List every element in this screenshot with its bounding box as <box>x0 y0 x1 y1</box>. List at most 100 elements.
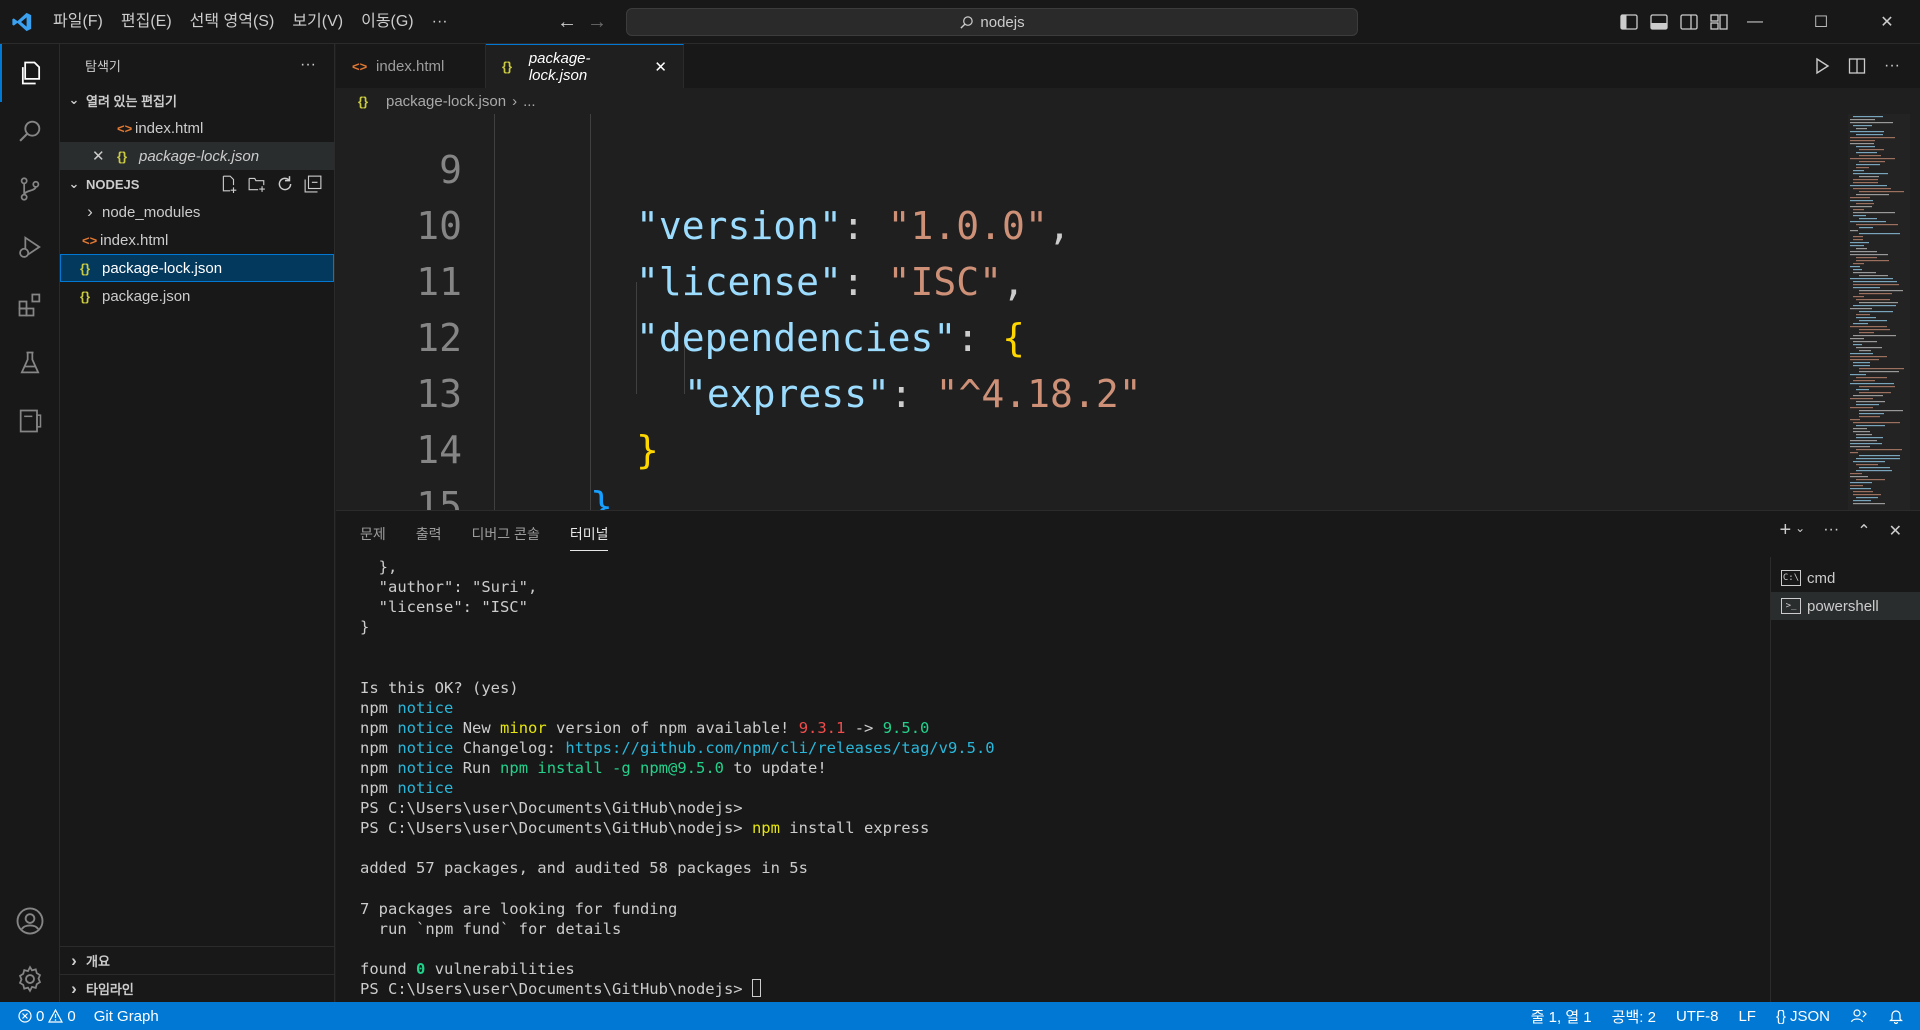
minimap-line <box>1853 362 1870 364</box>
minimap-line <box>1853 296 1864 298</box>
menu-file[interactable]: 파일(F) <box>44 0 112 44</box>
new-file-icon[interactable] <box>220 175 238 193</box>
file-tree-label: package.json <box>102 287 191 305</box>
terminal-line: }, <box>360 558 398 576</box>
changelog-link[interactable]: https://github.com/npm/cli/releases/tag/… <box>565 739 994 757</box>
tab-terminal[interactable]: 터미널 <box>569 524 609 551</box>
settings-gear-icon[interactable] <box>0 950 60 1008</box>
run-play-icon[interactable] <box>1814 57 1830 75</box>
maximize-button[interactable]: ☐ <box>1788 0 1854 44</box>
terminal-dropdown-chevron-icon[interactable]: ⌄ <box>1795 521 1805 541</box>
command-center-search[interactable]: nodejs <box>626 8 1358 36</box>
source-control-icon[interactable] <box>0 160 60 218</box>
minimize-button[interactable]: — <box>1722 0 1788 44</box>
minimap-line <box>1850 359 1879 361</box>
tab-debug-console[interactable]: 디버그 콘솔 <box>472 524 540 544</box>
tab-index-html[interactable]: <> index.html <box>336 44 486 88</box>
folder-section-nodejs[interactable]: ⌄ NODEJS <box>60 170 334 198</box>
encoding-status[interactable]: UTF-8 <box>1666 1008 1729 1025</box>
terminal-item-powershell[interactable]: >_ powershell <box>1771 592 1920 620</box>
code-line: 11 "dependencies": { <box>336 198 1836 360</box>
split-editor-icon[interactable] <box>1848 57 1866 75</box>
menu-selection[interactable]: 선택 영역(S) <box>181 0 284 44</box>
menu-go[interactable]: 이동(G) <box>352 0 423 44</box>
editor-more-actions[interactable]: ··· <box>1884 57 1900 75</box>
minimap-line <box>1859 176 1879 178</box>
file-tree-item-package-lock-json[interactable]: {} package-lock.json <box>60 254 334 282</box>
menu-more[interactable]: ··· <box>423 0 457 44</box>
tab-package-lock-json[interactable]: {} package-lock.json ✕ <box>486 44 684 88</box>
close-tab-icon[interactable]: ✕ <box>654 58 667 76</box>
minimap-line <box>1850 131 1884 133</box>
title-bar: 파일(F) 편집(E) 선택 영역(S) 보기(V) 이동(G) ··· ← →… <box>0 0 1920 44</box>
toggle-panel-icon[interactable] <box>1650 14 1668 30</box>
explorer-more-actions[interactable]: ··· <box>300 56 316 74</box>
minimap-line <box>1859 191 1904 193</box>
minimap-line <box>1853 125 1872 127</box>
indentation-status[interactable]: 공백: 2 <box>1602 1006 1666 1027</box>
close-panel-icon[interactable]: ✕ <box>1889 521 1902 541</box>
minimap-line <box>1859 320 1887 322</box>
editor-tabs: <> index.html {} package-lock.json ✕ ··· <box>336 44 1920 88</box>
outline-section[interactable]: › 개요 <box>60 946 335 974</box>
close-window-button[interactable]: ✕ <box>1854 0 1920 44</box>
live-share-person-icon[interactable] <box>1840 1008 1878 1024</box>
terminal-item-cmd[interactable]: C:\ cmd <box>1771 564 1920 592</box>
code-editor[interactable]: 9 "version": "1.0.0", 10 "license": "ISC… <box>336 114 1920 510</box>
maximize-panel-chevron-up-icon[interactable]: ⌃ <box>1857 521 1870 541</box>
minimap-line <box>1850 197 1870 199</box>
run-debug-icon[interactable] <box>0 218 60 276</box>
tab-output[interactable]: 출력 <box>416 524 442 544</box>
minimap-line <box>1850 278 1893 280</box>
file-tree-item-package-json[interactable]: {} package.json <box>60 282 334 310</box>
menu-edit[interactable]: 편집(E) <box>112 0 181 44</box>
open-editors-title: 열려 있는 편집기 <box>86 93 177 109</box>
toggle-primary-sidebar-icon[interactable] <box>1620 14 1638 30</box>
language-mode[interactable]: {} JSON <box>1766 1008 1840 1025</box>
open-editor-item[interactable]: <> index.html <box>60 114 334 142</box>
new-folder-icon[interactable] <box>248 175 266 193</box>
breadcrumb-file[interactable]: package-lock.json <box>386 93 506 110</box>
open-editor-item[interactable]: ✕ {} package-lock.json <box>60 142 334 170</box>
minimap[interactable] <box>1846 114 1920 510</box>
git-graph-button[interactable]: Git Graph <box>86 1008 169 1025</box>
open-editors-section[interactable]: ⌄ 열려 있는 편집기 <box>60 86 334 114</box>
collapse-all-icon[interactable] <box>304 175 322 193</box>
back-arrow-icon[interactable]: ← <box>552 11 582 34</box>
menu-view[interactable]: 보기(V) <box>283 0 352 44</box>
chevron-right-icon: › <box>87 202 93 221</box>
minimap-line <box>1856 203 1874 205</box>
tab-label: package-lock.json <box>528 49 591 84</box>
eol-status[interactable]: LF <box>1728 1008 1766 1025</box>
tab-problems[interactable]: 문제 <box>360 524 386 544</box>
error-icon <box>18 1009 32 1023</box>
notebook-icon[interactable] <box>0 392 60 450</box>
explorer-icon[interactable] <box>0 44 60 102</box>
file-tree-folder-node-modules[interactable]: › node_modules <box>60 198 334 226</box>
minimap-line <box>1850 254 1888 256</box>
problems-status[interactable]: 0 0 <box>0 1008 86 1025</box>
search-icon[interactable] <box>0 102 60 160</box>
refresh-icon[interactable] <box>276 175 294 193</box>
cursor-position[interactable]: 줄 1, 열 1 <box>1521 1006 1602 1027</box>
json-file-icon: {} <box>80 260 91 276</box>
accounts-icon[interactable] <box>0 892 60 950</box>
notifications-bell-icon[interactable] <box>1878 1008 1920 1024</box>
forward-arrow-icon[interactable]: → <box>582 11 612 34</box>
testing-flask-icon[interactable] <box>0 334 60 392</box>
minimap-line <box>1853 209 1864 211</box>
terminal-output[interactable]: }, "author": "Suri", "license": "ISC"} I… <box>360 557 1760 1003</box>
panel-more-actions[interactable]: ··· <box>1823 521 1839 541</box>
extensions-icon[interactable] <box>0 276 60 334</box>
breadcrumb-more[interactable]: ... <box>523 93 536 110</box>
timeline-section[interactable]: › 타임라인 <box>60 974 335 1002</box>
file-tree-item-index-html[interactable]: <> index.html <box>60 226 334 254</box>
minimap-line <box>1856 425 1885 427</box>
minimap-line <box>1853 173 1888 175</box>
minimap-line <box>1850 353 1873 355</box>
new-terminal-plus-icon[interactable]: + <box>1779 520 1791 541</box>
close-icon[interactable]: ✕ <box>92 147 117 165</box>
toggle-secondary-sidebar-icon[interactable] <box>1680 14 1698 30</box>
minimap-line <box>1853 263 1864 265</box>
